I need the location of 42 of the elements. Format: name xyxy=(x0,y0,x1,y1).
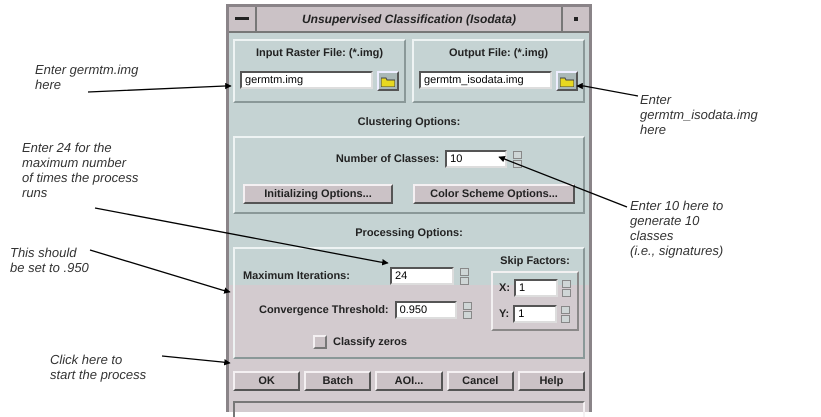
field-label: Maximum Iterations: xyxy=(243,270,350,282)
annotation-note: Enter 10 here to generate 10 classes (i.e., signatures) xyxy=(630,198,724,258)
field-label: X: xyxy=(499,282,510,294)
number-field[interactable]: 1 xyxy=(514,279,558,297)
dialog-button[interactable]: Help xyxy=(518,371,586,391)
folder-icon xyxy=(560,76,574,86)
window-title: Unsupervised Classification (Isodata) xyxy=(300,11,518,28)
folder-button[interactable] xyxy=(377,71,399,91)
checkbox[interactable] xyxy=(313,335,327,349)
bar-icon xyxy=(235,17,249,21)
file-name-field[interactable]: germtm.img xyxy=(240,71,373,89)
annotation-note: Enter germtm.img here xyxy=(35,62,138,92)
group-label: Skip Factors: xyxy=(500,255,570,267)
field-label: Convergence Threshold: xyxy=(259,304,389,316)
field-label: Input Raster File: (*.img) xyxy=(256,47,384,59)
section-heading: Processing Options: xyxy=(355,227,463,239)
square-icon xyxy=(574,17,578,21)
annotation-note: This should be set to .950 xyxy=(10,245,89,275)
options-button[interactable]: Color Scheme Options... xyxy=(413,184,575,204)
file-name-field[interactable]: germtm_isodata.img xyxy=(419,71,552,89)
annotation-note: Enter 24 for the maximum number of times the process runs xyxy=(22,140,138,200)
number-field[interactable]: 24 xyxy=(390,267,454,285)
section-heading: Clustering Options: xyxy=(358,116,460,128)
checkbox-label: Classify zeros xyxy=(333,336,407,348)
number-field[interactable]: 1 xyxy=(513,305,558,323)
field-label: Number of Classes: xyxy=(336,153,440,165)
dialog-button[interactable]: Batch xyxy=(304,371,372,391)
leader-arrow xyxy=(162,355,231,366)
annotation-note: Enter germtm_isodata.img here xyxy=(640,92,758,137)
field-label: Y: xyxy=(499,308,510,320)
number-field[interactable]: 10 xyxy=(445,150,508,168)
dialog-button[interactable]: Cancel xyxy=(446,371,514,391)
dialog-button[interactable]: AOI... xyxy=(375,371,443,391)
leader-arrow xyxy=(576,82,638,97)
options-button[interactable]: Initializing Options... xyxy=(243,184,393,204)
dialog-button[interactable]: OK xyxy=(233,371,300,391)
field-label: Output File: (*.img) xyxy=(449,47,548,59)
folder-icon xyxy=(381,76,395,86)
spin-buttons[interactable] xyxy=(513,150,522,168)
number-field[interactable]: 0.950 xyxy=(394,301,457,319)
folder-button[interactable] xyxy=(556,71,578,91)
annotation-note: Click here to start the process xyxy=(50,352,146,382)
